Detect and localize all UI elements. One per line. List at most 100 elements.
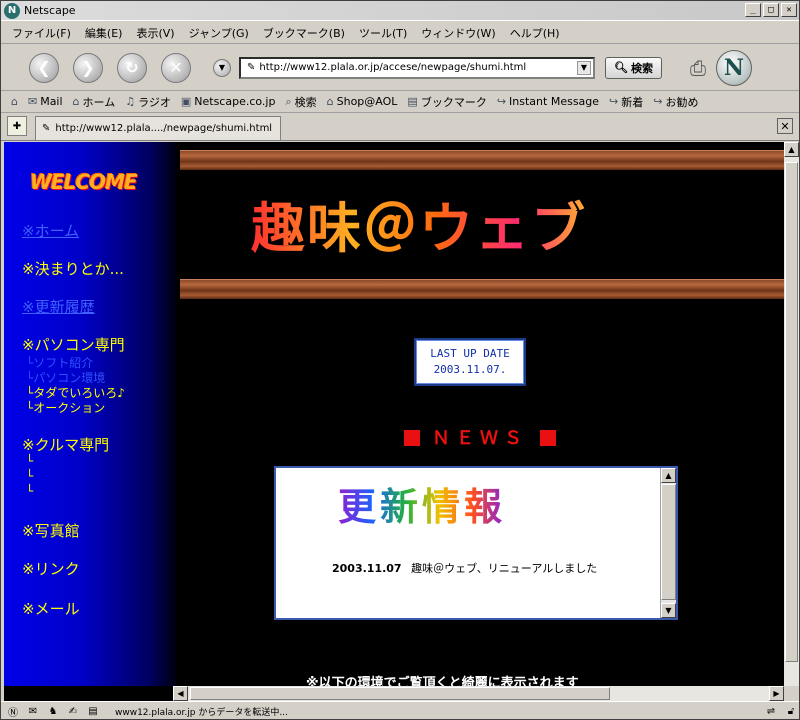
back-button[interactable]: ❮ (29, 52, 59, 83)
title-bar: N Netscape _ □ ✕ (1, 1, 799, 21)
tab-current[interactable]: ✎ http://www12.plala..../newpage/shumi.h… (35, 116, 281, 140)
composer-icon[interactable]: ✍ (65, 704, 81, 718)
page-horizontal-scroll-thumb[interactable] (190, 687, 610, 700)
online-status-icon: ⇌ (766, 705, 776, 717)
nav-link-history[interactable]: ※更新履歴 (22, 296, 95, 317)
nav-sublink-car-2: └ (26, 469, 34, 483)
nav-sublink-auction[interactable]: └オークション (26, 399, 105, 416)
site-title: 趣味＠ウェブ (251, 184, 587, 263)
news-scroll-thumb[interactable] (661, 484, 676, 600)
menu-bar: ファイル(F) 編集(E) 表示(V) ジャンプ(G) ブックマーク(B) ツー… (1, 22, 799, 44)
print-icon[interactable]: ⎙ (684, 54, 712, 82)
search-button[interactable]: 🔍︎ 検索 (605, 56, 662, 79)
back-arrow-icon: ❮ (37, 58, 51, 77)
news-heading-text: ＮＥＷＳ (432, 428, 528, 449)
bookmark-label: Netscape.co.jp (194, 95, 276, 108)
nav-sublink-car-3: └ (26, 484, 34, 498)
bookmark-recommend[interactable]: ↪ お勧め (653, 94, 698, 110)
address-book-icon[interactable]: ▤ (85, 704, 101, 718)
page-scroll-right-button[interactable]: ▶ (769, 686, 784, 701)
search-button-label: 検索 (630, 61, 653, 75)
site-sidebar: WELCOME ※ホーム ※決まりとか... ※更新履歴 ※パソコン専門 └ソフ… (4, 142, 176, 686)
site-main: 趣味＠ウェブ LAST UP DATE 2003.11.07. ＮＥＷＳ 更新情… (176, 142, 784, 686)
reload-button[interactable]: ↻ (117, 52, 147, 83)
bookmark-mail[interactable]: ✉ Mail (28, 95, 63, 108)
bookmark-icon: ▤ (407, 95, 418, 108)
menu-go[interactable]: ジャンプ(G) (182, 25, 256, 41)
navigator-icon[interactable]: Ⓝ (5, 704, 21, 719)
page-proxy-icon: ✎ (247, 62, 256, 73)
url-field[interactable]: ✎ http://www12.plala.or.jp/accese/newpag… (239, 56, 595, 79)
menu-edit[interactable]: 編集(E) (78, 25, 130, 41)
new-tab-button[interactable]: ✚ (7, 116, 27, 136)
stop-button[interactable]: ✕ (161, 52, 191, 83)
bookmark-label: ブックマーク (420, 95, 487, 109)
magnifier-icon: 🔍︎ (614, 61, 628, 74)
page-scroll-up-button[interactable]: ▲ (784, 142, 799, 157)
bookmark-label: Instant Message (509, 95, 600, 108)
new-tab-icon: ✚ (12, 120, 22, 132)
bookmark-new[interactable]: ↪ 新着 (609, 94, 643, 110)
sidebar-frame-filler (4, 686, 173, 701)
nav-link-home[interactable]: ※ホーム (22, 220, 79, 241)
navigation-toolbar: ❮ ❯ ↻ ✕ ▼ ✎ http://www12.plala.or.jp/acc… (1, 45, 799, 91)
radio-icon: ♫ (125, 95, 136, 108)
mail-icon[interactable]: ✉ (25, 704, 41, 718)
news-heading: ＮＥＷＳ (176, 424, 784, 450)
close-tab-button[interactable]: ✕ (777, 118, 793, 134)
netscape-logo-icon[interactable]: N (715, 49, 752, 86)
close-window-button[interactable]: ✕ (781, 3, 797, 17)
bookmark-bookmarks[interactable]: ▤ ブックマーク (407, 94, 486, 110)
menu-tools[interactable]: ツール(T) (352, 25, 414, 41)
nav-link-mail[interactable]: ※メール (22, 598, 80, 619)
history-dropdown-button[interactable]: ▼ (213, 58, 231, 77)
bookmark-label: Mail (40, 95, 63, 108)
nav-link-photo[interactable]: ※写真館 (22, 520, 80, 541)
maximize-button[interactable]: □ (763, 3, 779, 17)
nav-link-links[interactable]: ※リンク (22, 558, 80, 579)
search-icon: ⌕ (285, 94, 292, 108)
last-update-date: 2003.11.07. (433, 363, 507, 376)
aim-icon[interactable]: ♞ (45, 704, 61, 718)
shop-icon: ⌂ (326, 95, 334, 108)
netscape-app-icon: N (4, 2, 20, 19)
page-horizontal-scrollbar[interactable]: ◀ ▶ (173, 686, 784, 701)
menu-bookmarks[interactable]: ブックマーク(B) (256, 25, 352, 41)
bookmark-instant-message[interactable]: ↪ Instant Message (497, 95, 599, 108)
news-frame[interactable]: 更新情報 2003.11.07 趣味＠ウェブ、リニューアルしました ▲ ▼ (274, 466, 678, 620)
bookmark-label: 新着 (621, 95, 644, 109)
page-vertical-scrollbar[interactable]: ▲ (784, 142, 799, 686)
last-update-label: LAST UP DATE (430, 347, 510, 360)
scroll-up-button[interactable]: ▲ (661, 468, 676, 483)
welcome-logo: WELCOME (30, 170, 138, 194)
menu-view[interactable]: 表示(V) (129, 25, 181, 41)
tab-home-button[interactable]: ⌂ (11, 95, 18, 108)
page-vertical-scroll-thumb[interactable] (785, 162, 798, 662)
menu-file[interactable]: ファイル(F) (5, 25, 78, 41)
mail-icon: ✉ (27, 95, 38, 108)
nav-link-rules[interactable]: ※決まりとか... (22, 258, 124, 279)
scroll-down-button[interactable]: ▼ (661, 603, 676, 618)
bookmark-netscape[interactable]: ▣ Netscape.co.jp (181, 95, 276, 108)
url-dropdown-button[interactable]: ▼ (577, 60, 591, 75)
bookmark-shop[interactable]: ⌂ Shop@AOL (327, 95, 398, 108)
status-bar: Ⓝ ✉ ♞ ✍ ▤ www12.plala.or.jp からデータを転送中...… (1, 701, 799, 720)
nav-link-car[interactable]: ※クルマ専門 (22, 434, 109, 455)
link-icon: ↪ (496, 95, 507, 108)
menu-help[interactable]: ヘルプ(H) (503, 25, 567, 41)
browser-window: N Netscape _ □ ✕ ファイル(F) 編集(E) 表示(V) ジャン… (0, 0, 800, 720)
bookmark-radio[interactable]: ♫ ラジオ (125, 94, 171, 110)
page-scroll-left-button[interactable]: ◀ (173, 686, 188, 701)
bookmark-label: ホーム (82, 95, 116, 109)
forward-button[interactable]: ❯ (73, 52, 103, 83)
forward-arrow-icon: ❯ (81, 58, 95, 77)
news-scrollbar[interactable]: ▲ ▼ (660, 468, 676, 618)
bookmark-label: Shop@AOL (336, 95, 398, 108)
minimize-button[interactable]: _ (745, 3, 761, 17)
link-icon: ↪ (609, 95, 619, 108)
bookmark-search[interactable]: ⌕ 検索 (285, 94, 316, 110)
menu-window[interactable]: ウィンドウ(W) (414, 25, 502, 41)
nav-link-pc[interactable]: ※パソコン専門 (22, 334, 125, 355)
red-square-icon (403, 430, 420, 446)
bookmark-home[interactable]: ⌂ ホーム (73, 94, 116, 110)
